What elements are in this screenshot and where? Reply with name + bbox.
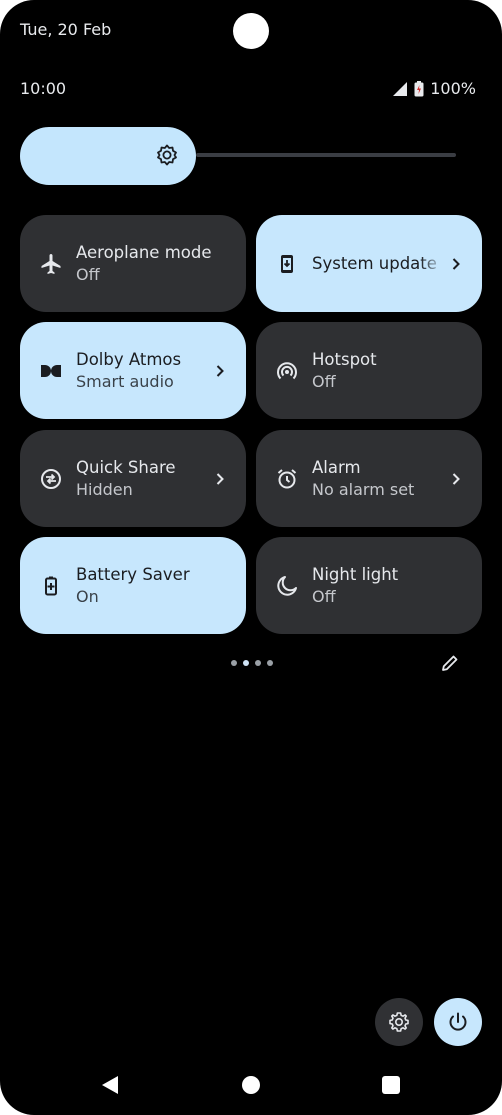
tile-title: Hotspot [312,349,377,369]
chevron-right-icon [208,359,232,383]
night-light-icon [274,573,300,599]
brightness-icon [157,144,177,166]
tile-subtitle: No alarm set [312,479,415,499]
tile-night-light[interactable]: Night light Off [256,537,482,634]
chevron-right-icon [208,467,232,491]
settings-button[interactable] [375,998,423,1046]
tile-subtitle: On [76,586,99,606]
page-dot-active [243,660,249,666]
nav-recents-button[interactable] [382,1076,400,1094]
tile-title: Quick Share [76,457,176,477]
tile-hotspot[interactable]: Hotspot Off [256,322,482,419]
power-button[interactable] [434,998,482,1046]
gear-icon [389,1012,409,1032]
tile-title: Battery Saver [76,564,190,584]
chevron-right-icon [444,467,468,491]
tile-subtitle: Hidden [76,479,133,499]
battery-icon [414,80,424,96]
dolby-icon [38,358,64,384]
nav-home-button[interactable] [242,1076,260,1094]
signal-icon [393,81,408,96]
tile-subtitle: Off [76,264,100,284]
alarm-icon [274,466,300,492]
tile-title: Dolby Atmos [76,349,182,369]
status-time: 10:00 [20,79,67,98]
tile-subtitle: Off [312,586,336,606]
tile-title: System update [312,253,437,273]
chevron-right-icon [444,252,468,276]
tile-aeroplane-mode[interactable]: Aeroplane mode Off [20,215,246,312]
battery-saver-icon [38,573,64,599]
brightness-track[interactable] [196,153,456,157]
tile-title: Night light [312,564,399,584]
page-dot [267,660,273,666]
page-dot [231,660,237,666]
tile-battery-saver[interactable]: Battery Saver On [20,537,246,634]
quick-settings-panel: Tue, 20 Feb 10:00 100% Aeroplane mode Off [0,0,502,1115]
tile-subtitle: Smart audio [76,371,174,391]
tile-title: Aeroplane mode [76,242,212,262]
status-date: Tue, 20 Feb [20,20,112,39]
tile-subtitle: Off [312,371,336,391]
tile-quick-share[interactable]: Quick Share Hidden [20,430,246,527]
status-icons: 100% [392,79,476,98]
page-dot [255,660,261,666]
airplane-icon [38,251,64,277]
tile-system-update[interactable]: System update [256,215,482,312]
system-update-icon [274,251,300,277]
front-camera [233,13,269,49]
quick-share-icon [38,466,64,492]
nav-back-button[interactable] [101,1075,119,1095]
hotspot-icon [274,358,300,384]
power-icon [449,1012,467,1031]
tile-title: Alarm [312,457,361,477]
page-indicator[interactable] [231,660,273,666]
tile-dolby-atmos[interactable]: Dolby Atmos Smart audio [20,322,246,419]
edit-pencil-icon[interactable] [440,653,460,673]
tile-alarm[interactable]: Alarm No alarm set [256,430,482,527]
battery-percent: 100% [430,79,476,98]
